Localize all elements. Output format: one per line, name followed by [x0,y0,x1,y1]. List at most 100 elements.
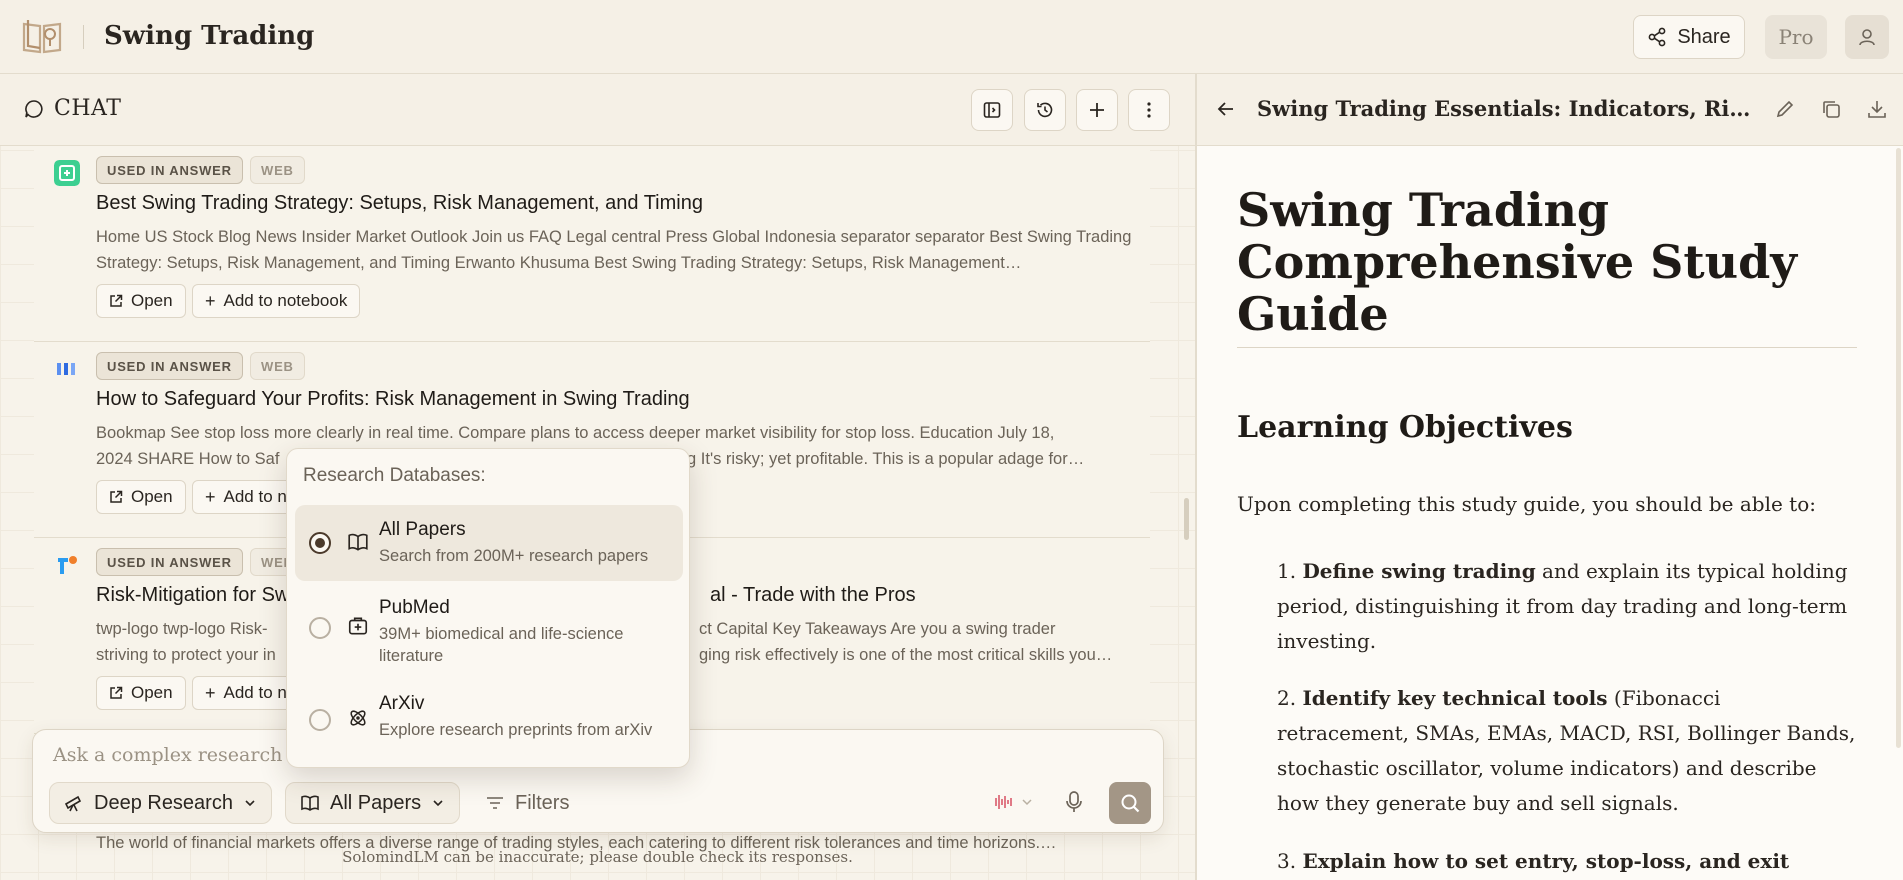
toggle-sidebar-button[interactable] [971,89,1013,131]
radio-selected[interactable] [309,532,331,554]
radio-unselected[interactable] [309,709,331,731]
filters-button[interactable]: Filters [485,782,569,824]
item-number: 3. [1277,849,1297,873]
share-icon [1648,27,1666,47]
chat-bubble-icon [25,99,43,118]
plus-icon: + [205,682,216,703]
research-databases-dropdown: Research Databases: All Papers Search fr… [286,448,690,768]
result-title[interactable]: Best Swing Trading Strategy: Setups, Ris… [96,192,703,215]
open-button[interactable]: Open [96,480,186,514]
snippet-text: twp-logo twp-logo Risk- [96,620,268,638]
pro-button[interactable]: Pro [1765,15,1827,59]
back-arrow-icon[interactable] [1215,98,1237,120]
web-badge: WEB [250,352,305,380]
copy-icon[interactable] [1820,98,1842,120]
document-body: Swing Trading Comprehensive Study Guide … [1197,146,1903,880]
telescope-icon [64,795,82,812]
add-to-notebook-label: Add to n [223,683,287,702]
chat-input[interactable]: Ask a complex research qu [53,744,313,766]
edit-pencil-icon[interactable] [1774,98,1796,120]
open-label: Open [131,291,173,310]
bookmap-favicon-icon [57,363,75,375]
voice-mode-button[interactable] [991,792,1033,812]
more-options-button[interactable] [1128,89,1170,131]
disclaimer-text: SolomindLM can be inaccurate; please dou… [342,848,853,866]
open-label: Open [131,683,173,702]
user-avatar-button[interactable] [1845,15,1889,59]
sidebar-toggle-icon [983,102,1001,118]
search-icon [1121,794,1140,813]
web-badge: WEB [250,156,305,184]
twp-favicon-icon [58,556,77,574]
book-open-icon [348,533,368,551]
item-bold: Identify key technical tools [1302,686,1608,710]
share-button[interactable]: Share [1633,15,1745,59]
snippet-text: ct Capital Key Takeaways Are you a swing… [699,620,1056,638]
section-intro: Upon completing this study guide, you sh… [1237,492,1816,516]
external-link-icon [110,294,123,307]
open-label: Open [131,487,173,506]
option-description: Search from 200M+ research papers [379,547,649,565]
snippet-text: ding It's risky; yet profitable. This is… [665,450,1085,468]
plus-icon: + [205,290,216,311]
source-result-item: USED IN ANSWER WEB Best Swing Trading St… [34,146,1150,342]
waveform-icon [995,795,1012,809]
microphone-icon[interactable] [1063,790,1085,814]
open-button[interactable]: Open [96,284,186,318]
external-link-icon [110,490,123,503]
new-chat-button[interactable] [1076,89,1118,131]
add-to-notebook-button[interactable]: + Add to n [192,480,300,514]
chevron-down-icon [1022,799,1032,806]
mode-label: Deep Research [94,791,233,814]
snippet-text: 2024 SHARE How to Saf [96,450,280,468]
book-logo-icon[interactable] [20,16,64,56]
panel-resize-handle[interactable] [1184,498,1189,540]
app-title: Swing Trading [104,21,315,51]
history-icon [1037,102,1053,118]
option-description: Explore research preprints from arXiv [379,721,653,739]
chat-title: CHAT [24,96,121,121]
section-heading: Learning Objectives [1237,410,1573,445]
document-heading: Swing Trading Comprehensive Study Guide [1237,183,1797,341]
chevron-down-icon [245,800,255,807]
database-option-pubmed[interactable]: PubMed 39M+ biomedical and life-science … [295,587,683,679]
search-submit-button[interactable] [1109,782,1151,824]
atom-icon [350,710,366,726]
used-in-answer-badge: USED IN ANSWER [96,156,243,184]
title-text: al - Trade with the Pros [710,584,916,606]
filter-lines-icon [487,797,503,809]
deep-research-mode-button[interactable]: Deep Research [49,782,272,824]
user-icon [1859,29,1875,46]
used-in-answer-badge: USED IN ANSWER [96,548,243,576]
plus-icon [1090,103,1104,117]
dropdown-heading: Research Databases: [303,465,486,486]
database-option-arxiv[interactable]: ArXiv Explore research preprints from ar… [295,685,683,755]
open-button[interactable]: Open [96,676,186,710]
objective-item: 1. Define swing trading and explain its … [1277,554,1857,659]
option-description: 39M+ biomedical and life-science literat… [379,625,624,665]
download-icon[interactable] [1866,98,1888,120]
external-link-icon [110,686,123,699]
document-title: Swing Trading Essentials: Indicators, Ri… [1257,96,1757,121]
add-to-notebook-button[interactable]: + Add to notebook [192,284,361,318]
horizontal-rule [1237,347,1857,348]
add-to-notebook-label: Add to notebook [223,291,348,310]
add-to-notebook-button[interactable]: + Add to n [192,676,300,710]
item-number: 2. [1277,686,1297,710]
document-scrollbar[interactable] [1896,148,1901,748]
radio-unselected[interactable] [309,617,331,639]
add-to-notebook-label: Add to n [223,487,287,506]
share-label: Share [1677,25,1731,48]
medical-bag-icon [348,617,368,635]
top-bar: Swing Trading Share Pro [0,0,1903,74]
result-title[interactable]: How to Safeguard Your Profits: Risk Mana… [96,388,690,411]
snippet-text: ging risk effectively is one of the most… [699,646,1113,664]
database-option-all-papers[interactable]: All Papers Search from 200M+ research pa… [295,505,683,581]
history-button[interactable] [1024,89,1066,131]
result-snippet: Home US Stock Blog News Insider Market O… [96,228,1132,272]
site-favicon-icon [54,160,80,186]
database-select-button[interactable]: All Papers [285,782,461,824]
more-vertical-icon [1147,102,1151,118]
option-name: ArXiv [379,693,425,714]
filters-label: Filters [515,791,570,814]
